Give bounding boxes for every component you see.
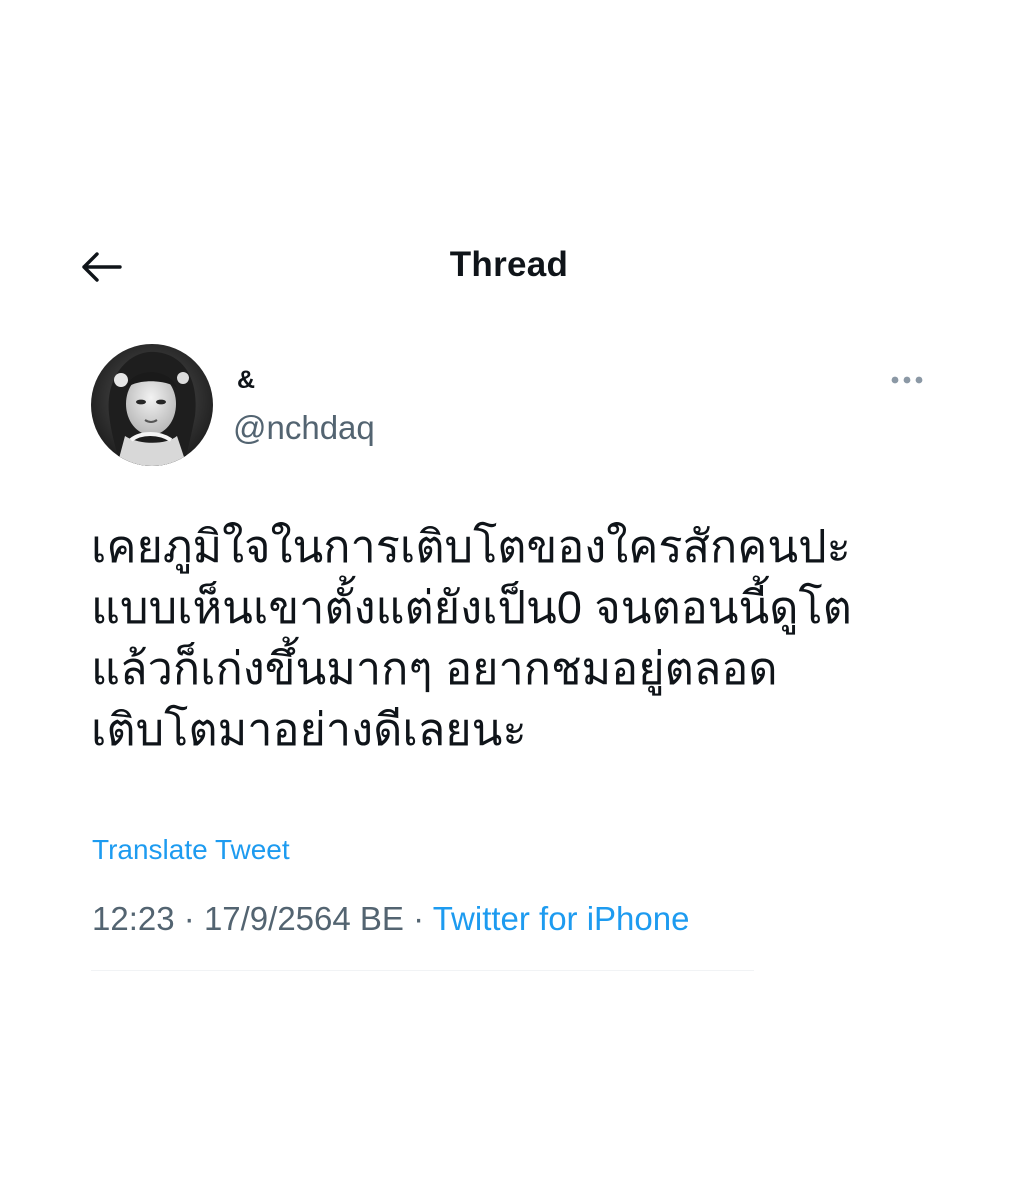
tweet-time: 12:23	[92, 900, 175, 937]
meta-separator: ·	[413, 900, 425, 937]
tweet-source-link[interactable]: Twitter for iPhone	[433, 900, 690, 937]
tweet-text-line: แบบเห็นเขาตั้งแต่ยังเป็น0 จนตอนนี้ดูโต	[91, 582, 852, 633]
page-title: Thread	[449, 245, 569, 284]
avatar[interactable]	[91, 344, 213, 466]
more-horizontal-icon	[891, 376, 923, 384]
divider	[91, 970, 754, 971]
tweet-date: 17/9/2564 BE	[203, 900, 404, 937]
tweet-text: เคยภูมิใจในการเติบโตของใครสักคนปะ แบบเห็…	[91, 516, 951, 760]
meta-separator: ·	[183, 900, 195, 937]
more-options-button[interactable]	[884, 366, 930, 394]
tweet-text-line: เคยภูมิใจในการเติบโตของใครสักคนปะ	[91, 521, 851, 572]
user-handle[interactable]: @nchdaq	[233, 409, 375, 447]
top-bar: Thread	[0, 230, 1018, 302]
tweet-metadata: 12:23 · 17/9/2564 BE · Twitter for iPhon…	[92, 900, 689, 938]
profile-photo	[91, 344, 213, 466]
display-name[interactable]: &	[237, 366, 255, 395]
translate-tweet-link[interactable]: Translate Tweet	[92, 834, 290, 866]
tweet-text-line: แล้วก็เก่งขึ้นมากๆ อยากชมอยู่ตลอด	[91, 643, 778, 694]
tweet-text-line: เติบโตมาอย่างดีเลยนะ	[91, 704, 527, 755]
